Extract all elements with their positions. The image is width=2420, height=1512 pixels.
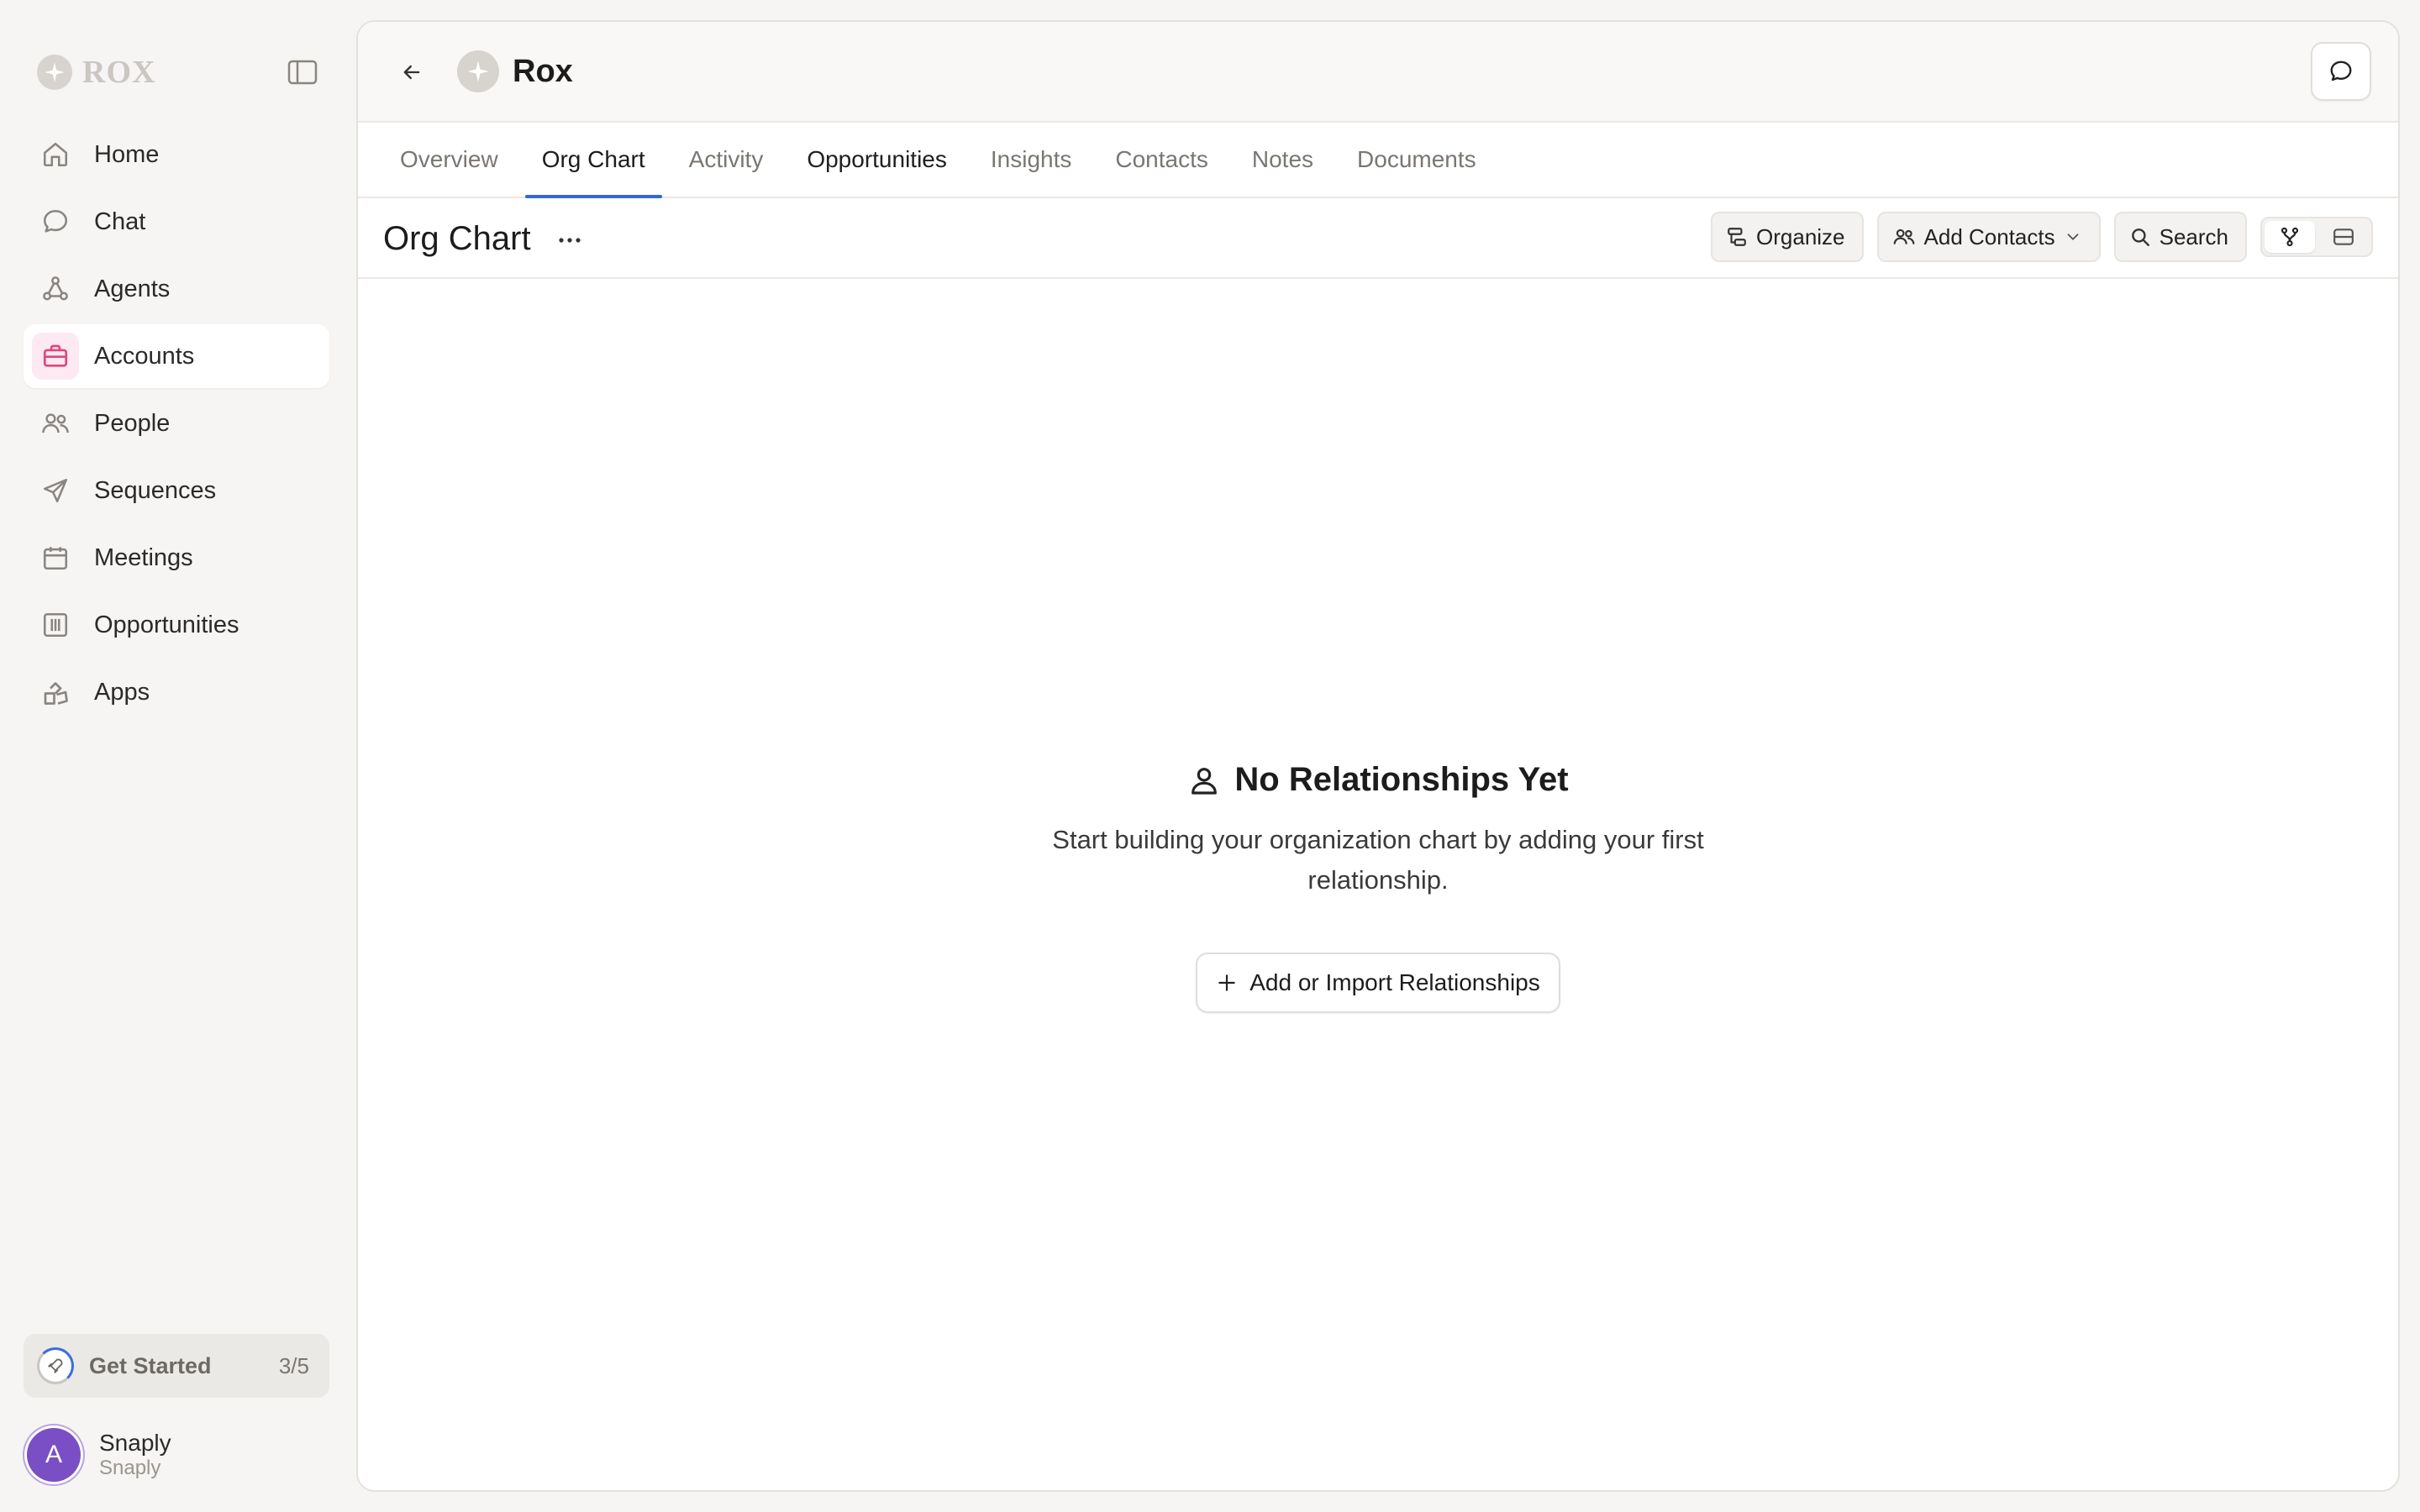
sidebar-item-label: Sequences bbox=[94, 476, 217, 504]
empty-state-title-text: No Relationships Yet bbox=[1234, 761, 1569, 798]
tab-org-chart[interactable]: Org Chart bbox=[524, 123, 662, 198]
get-started-button[interactable]: Get Started 3/5 bbox=[24, 1334, 329, 1398]
account-tabs: Overview Org Chart Activity Opportunitie… bbox=[358, 123, 2398, 198]
tab-activity[interactable]: Activity bbox=[672, 123, 781, 197]
organize-label: Organize bbox=[1756, 223, 1845, 249]
account-logo-icon bbox=[457, 50, 499, 92]
sidebar-item-label: Accounts bbox=[94, 342, 195, 370]
briefcase-icon bbox=[32, 333, 79, 380]
sidebar-item-label: Chat bbox=[94, 207, 146, 235]
empty-state-title: No Relationships Yet bbox=[1187, 761, 1569, 799]
sidebar-item-chat[interactable]: Chat bbox=[24, 190, 329, 254]
sidebar-item-label: Agents bbox=[94, 275, 171, 302]
sidebar-item-label: Apps bbox=[94, 678, 150, 706]
brand[interactable]: ROX bbox=[37, 52, 155, 92]
main-panel: Rox Overview Org Chart Activity Opportun… bbox=[356, 20, 2400, 1492]
sidebar-item-apps[interactable]: Apps bbox=[24, 660, 329, 724]
columns-icon bbox=[39, 608, 72, 642]
agents-icon bbox=[39, 272, 72, 306]
sidebar-nav: Home Chat Agents Accounts People Sequenc… bbox=[24, 123, 329, 727]
sidebar-item-home[interactable]: Home bbox=[24, 123, 329, 186]
get-started-progress: 3/5 bbox=[278, 1352, 309, 1378]
sidebar-item-label: Home bbox=[94, 140, 160, 168]
sidebar-item-meetings[interactable]: Meetings bbox=[24, 526, 329, 590]
people-icon bbox=[1892, 226, 1916, 248]
tab-overview[interactable]: Overview bbox=[383, 123, 515, 197]
tab-opportunities[interactable]: Opportunities bbox=[790, 123, 964, 197]
tab-notes[interactable]: Notes bbox=[1235, 123, 1330, 197]
sidebar-item-people[interactable]: People bbox=[24, 391, 329, 455]
plus-icon bbox=[1216, 972, 1238, 994]
sidebar-toggle-icon[interactable] bbox=[286, 57, 319, 87]
tab-insights[interactable]: Insights bbox=[974, 123, 1089, 197]
chat-button[interactable] bbox=[2311, 42, 2371, 101]
empty-state: No Relationships Yet Start building your… bbox=[358, 761, 2398, 1013]
rox-logo-icon bbox=[37, 55, 72, 90]
chat-bubble-icon bbox=[39, 205, 72, 239]
person-icon bbox=[1187, 764, 1221, 797]
add-import-label: Add or Import Relationships bbox=[1249, 969, 1540, 995]
organize-icon bbox=[1726, 226, 1748, 248]
sidebar-item-agents[interactable]: Agents bbox=[24, 257, 329, 321]
account-header: Rox bbox=[358, 22, 2398, 123]
organize-button[interactable]: Organize bbox=[1711, 212, 1864, 262]
people-icon bbox=[39, 407, 72, 440]
account-name: Rox bbox=[513, 54, 573, 89]
sidebar-item-label: Meetings bbox=[94, 543, 193, 571]
page-title: Org Chart bbox=[383, 220, 531, 257]
back-arrow-icon[interactable] bbox=[395, 55, 429, 89]
chat-bubble-icon bbox=[2328, 59, 2354, 84]
add-contacts-label: Add Contacts bbox=[1923, 223, 2055, 249]
home-icon bbox=[39, 138, 72, 171]
sidebar-item-label: Opportunities bbox=[94, 611, 239, 638]
more-options-icon[interactable] bbox=[553, 227, 587, 254]
user-profile[interactable]: A Snaply Snaply bbox=[27, 1425, 171, 1485]
empty-state-description: Start building your organization chart b… bbox=[1052, 824, 1704, 895]
chevron-down-icon bbox=[2064, 228, 2082, 246]
calendar-icon bbox=[39, 541, 72, 575]
brand-name: ROX bbox=[82, 55, 156, 90]
rocket-icon bbox=[37, 1347, 74, 1384]
search-icon bbox=[2129, 226, 2151, 248]
add-contacts-dropdown[interactable]: Add Contacts bbox=[1876, 212, 2101, 262]
user-name: Snaply bbox=[99, 1430, 171, 1456]
add-import-relationships-button[interactable]: Add or Import Relationships bbox=[1196, 952, 1560, 1013]
view-toggle bbox=[2260, 217, 2373, 257]
sidebar-item-accounts[interactable]: Accounts bbox=[24, 324, 329, 388]
org-chart-toolbar: Organize Add Contacts Search bbox=[1711, 212, 2373, 262]
sidebar-item-sequences[interactable]: Sequences bbox=[24, 459, 329, 522]
avatar: A bbox=[27, 1428, 81, 1482]
sidebar-item-opportunities[interactable]: Opportunities bbox=[24, 593, 329, 657]
tab-documents[interactable]: Documents bbox=[1340, 123, 1493, 197]
get-started-label: Get Started bbox=[89, 1352, 212, 1378]
apps-icon bbox=[39, 675, 72, 709]
search-label: Search bbox=[2159, 223, 2228, 249]
sidebar-item-label: People bbox=[94, 409, 171, 437]
section-header: Org Chart Organize Add Contacts Search bbox=[358, 198, 2398, 279]
send-icon bbox=[39, 474, 72, 507]
tree-view-icon[interactable] bbox=[2265, 221, 2315, 253]
user-org: Snaply bbox=[99, 1457, 161, 1479]
sidebar: ROX Home Chat Agents Accounts People Seq… bbox=[0, 0, 356, 1512]
tab-contacts[interactable]: Contacts bbox=[1098, 123, 1225, 197]
table-view-icon[interactable] bbox=[2318, 221, 2369, 253]
search-button[interactable]: Search bbox=[2113, 212, 2247, 262]
